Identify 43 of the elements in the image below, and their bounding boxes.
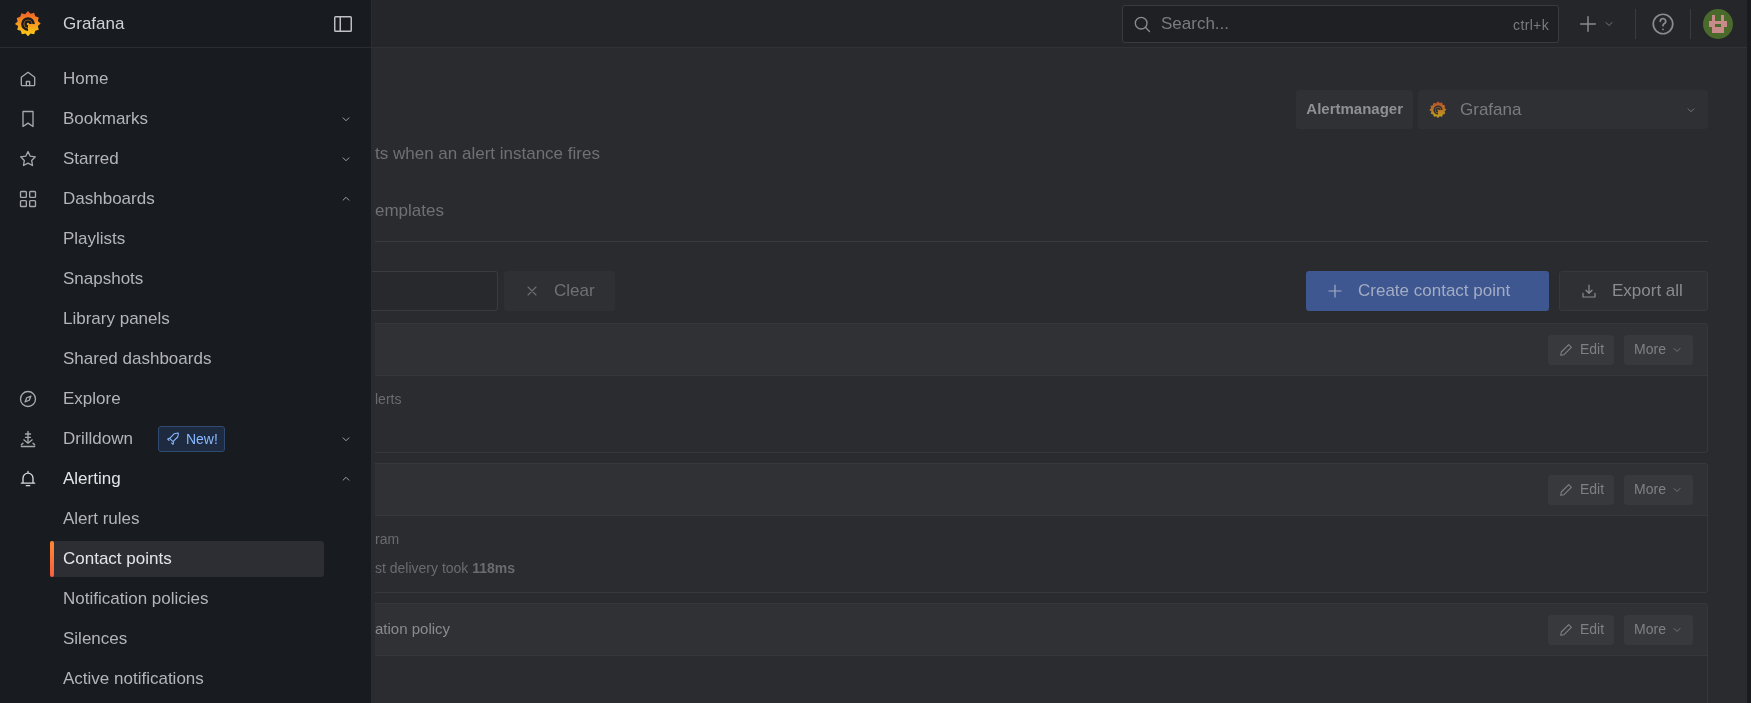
search-input[interactable] <box>372 271 498 311</box>
star-icon <box>18 149 38 169</box>
help-button[interactable] <box>1650 10 1676 37</box>
nav-subitem[interactable]: Alert rules <box>50 501 324 537</box>
nav-subitem[interactable]: Library panels <box>50 301 324 337</box>
contact-point-title: ation policy <box>375 619 451 640</box>
avatar[interactable] <box>1703 8 1733 39</box>
nav-subitem[interactable]: Playlists <box>50 221 324 257</box>
contact-point-detail: st delivery took 118ms <box>375 559 517 578</box>
logo-icon[interactable] <box>13 8 43 39</box>
nav-item[interactable]: Starred <box>0 139 371 179</box>
nav-item[interactable]: Dashboards <box>0 179 371 219</box>
nav-item[interactable]: Alerting <box>0 459 371 499</box>
bell-icon <box>18 469 38 489</box>
contact-point-detail: ram <box>375 530 401 549</box>
plus-icon <box>1326 282 1344 300</box>
nav-subitem[interactable]: Notification policies <box>50 581 324 617</box>
download-icon <box>1580 282 1598 300</box>
pencil-icon <box>1557 341 1574 358</box>
rocket-icon <box>164 431 181 447</box>
shortcut-hint: ctrl+k <box>1513 15 1549 35</box>
grid-icon <box>18 189 38 209</box>
page-description: ts when an alert instance fires <box>375 143 601 165</box>
nav-item[interactable]: Bookmarks <box>0 99 371 139</box>
new-badge: New! <box>157 426 225 452</box>
contact-point-detail: lerts <box>375 390 403 409</box>
export-all-button[interactable]: Export all <box>1559 271 1708 311</box>
nav-item[interactable]: Drilldown New! <box>0 419 371 459</box>
nav-subitem[interactable]: Active notifications <box>50 661 324 697</box>
nav-subitem[interactable]: Snapshots <box>50 261 324 297</box>
alertmanager-label: Alertmanager <box>1296 90 1413 129</box>
nav-item[interactable]: Explore <box>0 379 371 419</box>
nav-item[interactable]: Home <box>0 59 371 99</box>
pencil-icon <box>1557 621 1574 638</box>
app-title: Grafana <box>63 12 125 35</box>
logo-icon <box>1428 99 1448 120</box>
help-icon <box>1650 10 1676 37</box>
compass-icon <box>18 389 38 409</box>
nav-subitem[interactable]: Shared dashboards <box>50 341 324 377</box>
home-icon <box>18 69 38 89</box>
nav-subitem[interactable]: Silences <box>50 621 324 657</box>
nav-subitem[interactable]: Contact points <box>50 541 324 577</box>
pencil-icon <box>1557 481 1574 498</box>
